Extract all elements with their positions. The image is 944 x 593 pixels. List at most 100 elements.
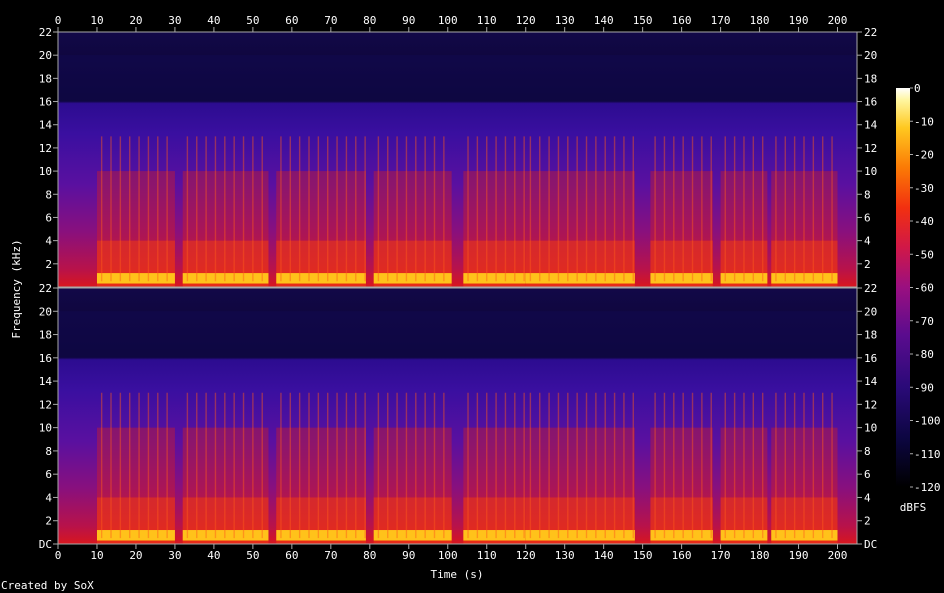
x-tick-label: 130: [555, 549, 575, 562]
y-tick-label: 6: [864, 468, 871, 481]
x-tick-label: 170: [711, 549, 731, 562]
fundamental-band: [463, 530, 526, 541]
y-tick-label: 14: [864, 375, 878, 388]
y-tick-label: 6: [864, 211, 871, 224]
colorbar-tick-label: -40: [914, 215, 934, 228]
y-tick-label: 18: [39, 72, 52, 85]
x-tick-label: 40: [207, 549, 220, 562]
y-tick-label: 14: [39, 119, 53, 132]
colorbar-tick-label: -90: [914, 381, 934, 394]
x-tick-label: 60: [285, 549, 298, 562]
y-tick-label: 18: [39, 329, 52, 342]
y-tick-label: 4: [864, 491, 871, 504]
y-tick-label: 16: [864, 96, 877, 109]
y-tick-label: 16: [39, 352, 52, 365]
x-tick-label: 30: [168, 14, 181, 27]
colorbar-tick-label: -20: [914, 149, 934, 162]
y-tick-label: 12: [864, 398, 877, 411]
y-tick-label: 2: [45, 258, 52, 271]
y-tick-label: 18: [864, 329, 877, 342]
y-tick-label: 14: [39, 375, 53, 388]
y-tick-label: 8: [864, 188, 871, 201]
x-tick-label: 120: [516, 549, 536, 562]
y-tick-label: 4: [45, 491, 52, 504]
y-tick-label: 20: [39, 305, 52, 318]
y-tick-label: 16: [39, 96, 52, 109]
x-tick-label: 70: [324, 14, 337, 27]
x-tick-label: 0: [55, 549, 62, 562]
y-tick-label: 12: [39, 142, 52, 155]
x-tick-label: 20: [129, 549, 142, 562]
fundamental-band: [96, 530, 175, 541]
x-tick-label: 80: [363, 14, 376, 27]
fundamental-band: [650, 273, 713, 284]
fundamental-band: [525, 530, 635, 541]
y-tick-label: 10: [864, 422, 877, 435]
x-tick-label: 10: [90, 14, 103, 27]
y-tick-label: 8: [45, 445, 52, 458]
colorbar: 0 -10 -20 -30 -40 -50 -60 -70 -80 -90 -100 -110 -120: [896, 82, 941, 494]
colorbar-tick-label: -110: [914, 448, 941, 461]
x-tick-label: 30: [168, 549, 181, 562]
y-tick-label: 4: [45, 235, 52, 248]
hf-band-bottom: [58, 311, 857, 358]
x-tick-label: 140: [594, 549, 614, 562]
x-tick-label: 100: [438, 549, 458, 562]
x-tick-label: 140: [594, 14, 614, 27]
y-tick-label: 6: [45, 211, 52, 224]
hf-band-top: [58, 55, 857, 102]
colorbar-label: dBFS: [900, 501, 927, 514]
y-tick-label: 8: [45, 188, 52, 201]
spectrogram-channel-top: [57, 31, 858, 288]
fundamental-band: [373, 273, 452, 284]
x-tick-label: 90: [402, 14, 415, 27]
x-tick-label: 50: [246, 549, 259, 562]
x-tick-label: 80: [363, 549, 376, 562]
x-tick-label: 130: [555, 14, 575, 27]
y-tick-label: 18: [864, 72, 877, 85]
colorbar-tick-label: -70: [914, 315, 934, 328]
x-tick-label: 150: [633, 14, 653, 27]
fundamental-band: [96, 273, 175, 284]
y-tick-label: 4: [864, 235, 871, 248]
colorbar-tick-label: -120: [914, 481, 941, 494]
x-tick-label: 60: [285, 14, 298, 27]
x-tick-label: 160: [672, 549, 692, 562]
x-tick-label: 190: [789, 549, 809, 562]
x-tick-label: 100: [438, 14, 458, 27]
y-tick-label: DC: [864, 538, 877, 551]
spectrogram-figure: 0010102020303040405050606070708080909010…: [1, 14, 941, 592]
fundamental-band: [463, 273, 526, 284]
spectrogram-channel-bottom: [57, 287, 858, 545]
x-tick-label: 0: [55, 14, 62, 27]
y-tick-label: 20: [864, 49, 877, 62]
x-tick-label: 150: [633, 549, 653, 562]
colorbar-tick-label: -30: [914, 182, 934, 195]
x-tick-label: 70: [324, 549, 337, 562]
x-tick-label: 40: [207, 14, 220, 27]
footer-credit: Created by SoX: [1, 579, 94, 592]
y-tick-label: 22: [864, 282, 877, 295]
colorbar-tick-label: -100: [914, 415, 941, 428]
colorbar-tick-label: 0: [914, 82, 921, 95]
x-tick-label: 20: [129, 14, 142, 27]
fundamental-band: [373, 530, 452, 541]
x-tick-label: 10: [90, 549, 103, 562]
colorbar-tick-label: -60: [914, 282, 934, 295]
colorbar-tick-label: -10: [914, 115, 934, 128]
x-tick-label: 90: [402, 549, 415, 562]
x-tick-label: 50: [246, 14, 259, 27]
colorbar-tick-label: -80: [914, 348, 934, 361]
y-tick-label: 8: [864, 445, 871, 458]
y-tick-label: 20: [39, 49, 52, 62]
colorbar-gradient: [896, 88, 910, 487]
y-tick-label: 2: [864, 515, 871, 528]
fundamental-band: [182, 273, 269, 284]
y-tick-label: DC: [39, 538, 52, 551]
y-tick-label: 22: [39, 26, 52, 39]
y-tick-label: 16: [864, 352, 877, 365]
colorbar-tick-label: -50: [914, 248, 934, 261]
y-tick-label: 22: [864, 26, 877, 39]
x-tick-label: 190: [789, 14, 809, 27]
y-tick-label: 22: [39, 282, 52, 295]
